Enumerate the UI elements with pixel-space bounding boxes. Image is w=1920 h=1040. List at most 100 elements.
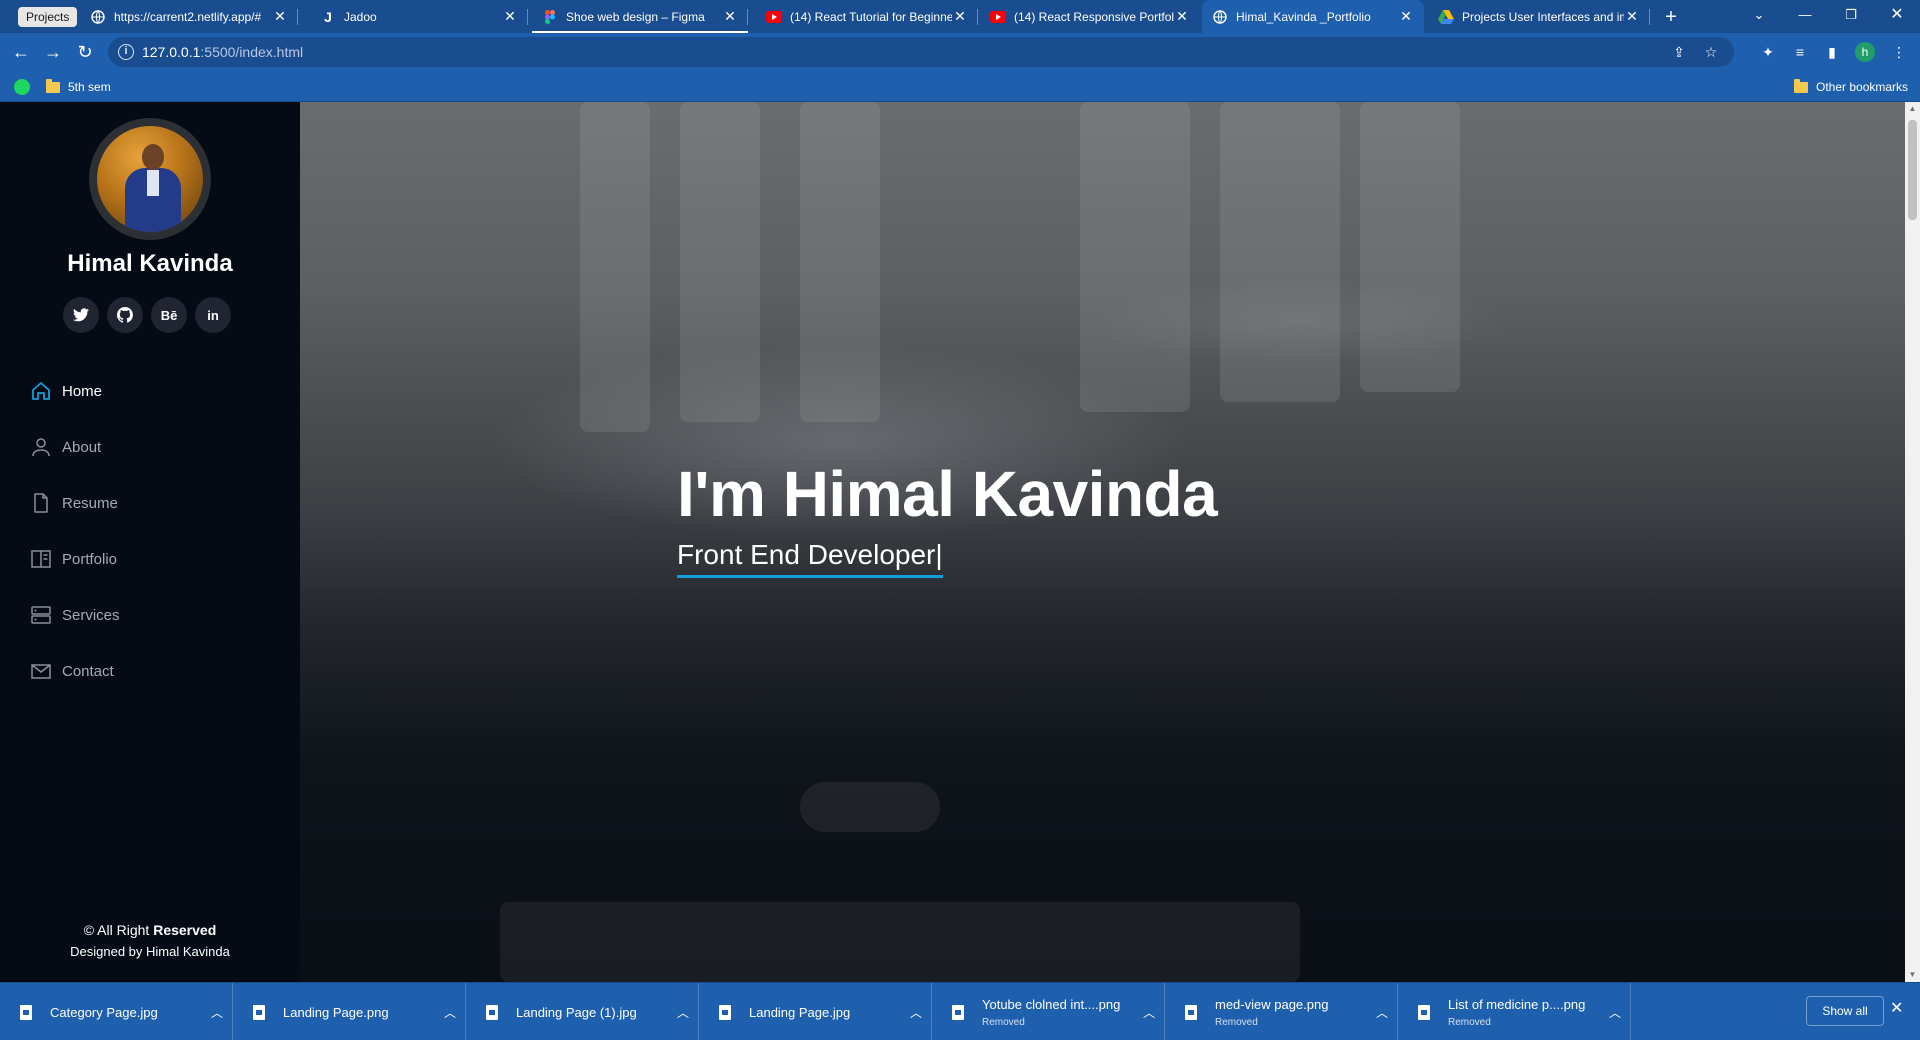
twitter-icon[interactable]: [63, 297, 99, 333]
chevron-up-icon[interactable]: ︿: [1600, 1004, 1630, 1021]
media-queue-icon[interactable]: ≡: [1789, 41, 1811, 63]
close-window-icon[interactable]: ✕: [1874, 0, 1920, 30]
chevron-up-icon[interactable]: ︿: [435, 1004, 465, 1021]
other-bookmarks[interactable]: Other bookmarks: [1794, 78, 1908, 96]
tab-title: (14) React Responsive Portfolio: [1014, 9, 1174, 24]
hero-title: I'm Himal Kavinda: [677, 458, 1218, 530]
globe-icon: [90, 9, 106, 25]
side-panel-icon[interactable]: ▮: [1821, 41, 1843, 63]
bg-keyboard-shape: [500, 902, 1300, 982]
nav-item-home[interactable]: Home: [30, 363, 270, 419]
download-filename: Yotube clolned int....png: [982, 996, 1121, 1012]
minimize-icon[interactable]: —: [1782, 0, 1828, 30]
nav-label: Portfolio: [62, 550, 118, 568]
nav-item-services[interactable]: Services: [30, 587, 270, 643]
github-icon[interactable]: [107, 297, 143, 333]
nav-item-about[interactable]: About: [30, 419, 270, 475]
copyright-bold: Reserved: [153, 922, 217, 938]
download-item[interactable]: List of medicine p....png Removed ︿: [1398, 983, 1631, 1040]
figma-icon: [542, 9, 558, 25]
tab-title: (14) React Tutorial for Beginners: [790, 9, 952, 24]
tab-react-portfolio[interactable]: (14) React Responsive Portfolio ✕: [980, 0, 1200, 33]
copyright: © All Right Reserved: [0, 922, 300, 938]
tab-figma[interactable]: Shoe web design – Figma ✕: [532, 0, 748, 33]
extensions-icon[interactable]: ✦: [1757, 41, 1779, 63]
restore-icon[interactable]: ❐: [1828, 0, 1874, 30]
download-item[interactable]: med-view page.png Removed ︿: [1165, 983, 1398, 1040]
scroll-down-icon[interactable]: ▼: [1905, 968, 1920, 982]
download-info: List of medicine p....png Removed: [1448, 997, 1600, 1028]
bookmark-folder-5th-sem[interactable]: 5th sem: [46, 78, 111, 96]
share-icon[interactable]: ⇪: [1668, 41, 1690, 63]
file-icon: [719, 1004, 731, 1020]
file-icon: [20, 1004, 32, 1020]
spotify-icon: [14, 79, 30, 95]
nav-item-resume[interactable]: Resume: [30, 475, 270, 531]
profile-avatar[interactable]: h: [1855, 42, 1875, 62]
bg-blur-shape: [680, 102, 760, 422]
bookmarks-bar: 5th sem Other bookmarks: [0, 71, 1920, 102]
menu-kebab-icon[interactable]: ⋮: [1888, 41, 1910, 63]
site-info-icon[interactable]: i: [118, 44, 134, 60]
file-icon: [486, 1004, 498, 1020]
tab-react-tutorial[interactable]: (14) React Tutorial for Beginners ✕: [756, 0, 978, 33]
book-icon: [30, 548, 52, 570]
reload-icon[interactable]: ↻: [72, 39, 98, 65]
chevron-up-icon[interactable]: ︿: [1367, 1004, 1397, 1021]
tab-strip: Projects https://carrent2.netlify.app/# …: [0, 0, 1920, 33]
scroll-up-icon[interactable]: ▲: [1905, 102, 1920, 116]
back-arrow-icon[interactable]: ←: [8, 39, 34, 65]
scrollbar-thumb[interactable]: [1908, 120, 1917, 220]
bg-blur-shape: [1080, 102, 1190, 412]
close-tab-icon[interactable]: ✕: [722, 8, 738, 25]
tab-jadoo[interactable]: J Jadoo ✕: [310, 0, 528, 33]
download-filename: Landing Page (1).jpg: [516, 1004, 637, 1020]
show-all-button[interactable]: Show all: [1806, 996, 1884, 1026]
tab-group-chip[interactable]: Projects: [18, 7, 78, 27]
chevron-up-icon[interactable]: ︿: [901, 1004, 931, 1021]
spotify-bookmark[interactable]: [14, 78, 30, 96]
forward-arrow-icon[interactable]: →: [40, 39, 66, 65]
page-scrollbar[interactable]: ▲ ▼: [1905, 102, 1920, 982]
nav-label: Resume: [62, 494, 118, 512]
nav-item-contact[interactable]: Contact: [30, 643, 270, 699]
chevron-up-icon[interactable]: ︿: [668, 1004, 698, 1021]
close-shelf-icon[interactable]: ✕: [1890, 998, 1903, 1018]
download-shelf: Category Page.jpg ︿ Landing Page.png ︿ L…: [0, 982, 1920, 1040]
close-tab-icon[interactable]: ✕: [1398, 8, 1414, 25]
file-icon: [30, 492, 52, 514]
nav-item-portfolio[interactable]: Portfolio: [30, 531, 270, 587]
tab-portfolio-active[interactable]: Himal_Kavinda _Portfolio ✕: [1202, 0, 1424, 33]
bookmark-label: Other bookmarks: [1816, 80, 1909, 94]
envelope-icon: [30, 660, 52, 682]
tab-carrent[interactable]: https://carrent2.netlify.app/# ✕: [80, 0, 298, 33]
person-icon: [30, 436, 52, 458]
bg-blur-shape: [800, 782, 940, 832]
download-item[interactable]: Yotube clolned int....png Removed ︿: [932, 983, 1165, 1040]
tab-search-icon[interactable]: ⌄: [1736, 0, 1782, 30]
new-tab-button[interactable]: +: [1658, 4, 1684, 30]
credits: Designed by Himal Kavinda: [70, 944, 230, 959]
close-tab-icon[interactable]: ✕: [1174, 8, 1190, 25]
bg-blur-shape: [800, 102, 880, 422]
chevron-up-icon[interactable]: ︿: [1134, 1004, 1164, 1021]
download-item[interactable]: Category Page.jpg ︿: [0, 983, 233, 1040]
download-item[interactable]: Landing Page.png ︿: [233, 983, 466, 1040]
address-bar[interactable]: i 127.0.0.1:5500/index.html ⇪ ☆: [108, 37, 1734, 67]
chevron-up-icon[interactable]: ︿: [202, 1004, 232, 1021]
close-tab-icon[interactable]: ✕: [952, 8, 968, 25]
download-status: Removed: [1215, 1016, 1258, 1028]
hero-subtitle: Front End Developer|: [677, 539, 943, 578]
close-tab-icon[interactable]: ✕: [272, 8, 288, 25]
close-tab-icon[interactable]: ✕: [1624, 8, 1640, 25]
close-tab-icon[interactable]: ✕: [502, 8, 518, 25]
download-info: Landing Page.jpg: [749, 1005, 901, 1020]
photo-shirt: [147, 170, 159, 196]
bg-blur-shape: [1220, 102, 1340, 402]
behance-icon[interactable]: Bē: [151, 297, 187, 333]
download-item[interactable]: Landing Page.jpg ︿: [699, 983, 932, 1040]
linkedin-icon[interactable]: in: [195, 297, 231, 333]
download-item[interactable]: Landing Page (1).jpg ︿: [466, 983, 699, 1040]
tab-projects-drive[interactable]: Projects User Interfaces and images ✕: [1428, 0, 1650, 33]
star-icon[interactable]: ☆: [1700, 41, 1722, 63]
